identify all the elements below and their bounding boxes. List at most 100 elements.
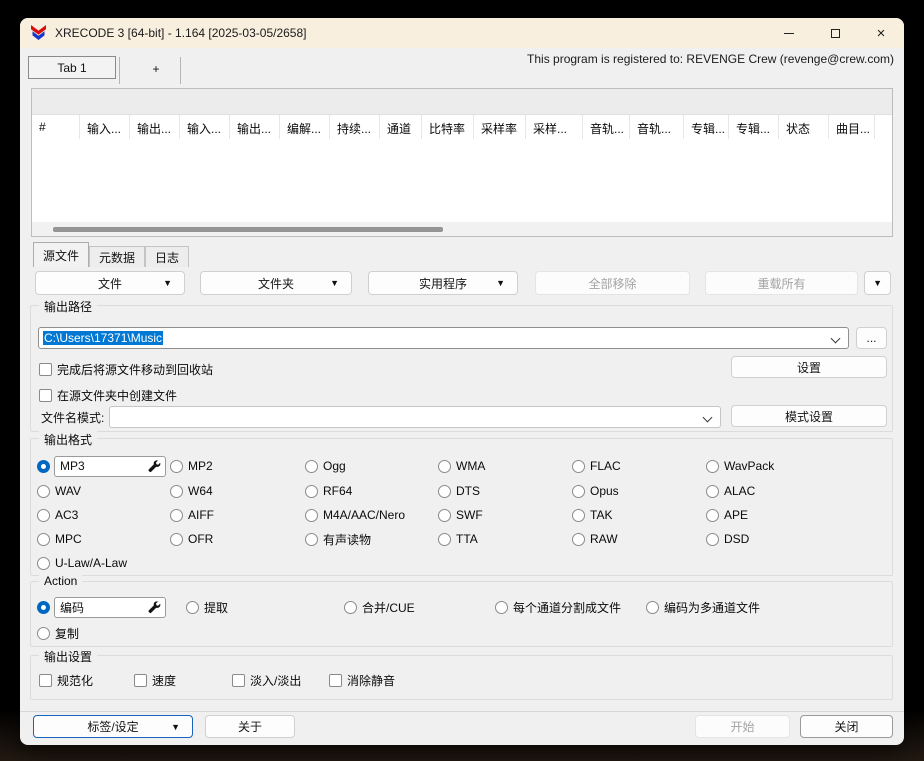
format-label: ALAC [724, 484, 755, 498]
format-option-ofr[interactable]: OFR [170, 528, 213, 550]
action-option-merge-cue[interactable]: 合并/CUE [344, 596, 415, 618]
column-header[interactable]: 音轨... [630, 115, 684, 139]
start-label: 开始 [730, 718, 754, 735]
format-option-swf[interactable]: SWF [438, 504, 483, 526]
format-option-ogg[interactable]: Ogg [305, 455, 346, 477]
horizontal-scrollbar[interactable] [32, 222, 892, 236]
silence-checkbox[interactable]: 消除静音 [329, 669, 395, 691]
tab-separator [180, 57, 181, 84]
format-option-mp2[interactable]: MP2 [170, 455, 213, 477]
move-to-recycle-checkbox[interactable]: 完成后将源文件移动到回收站 [39, 358, 213, 380]
close-window-button[interactable]: 关闭 [800, 715, 893, 738]
format-option-raw[interactable]: RAW [572, 528, 618, 550]
combo-chevron-icon[interactable] [831, 334, 841, 344]
checkbox-icon [39, 389, 52, 402]
file-menu-label: 文件 [98, 275, 122, 292]
column-header[interactable]: 采样率 [474, 115, 526, 139]
format-option-ac3[interactable]: AC3 [37, 504, 78, 526]
format-option-tak[interactable]: TAK [572, 504, 612, 526]
format-option-ulaw-alaw[interactable]: U-Law/A-Law [37, 552, 127, 574]
create-in-source-checkbox[interactable]: 在源文件夹中创建文件 [39, 384, 177, 406]
format-mp3-config-box[interactable]: MP3 [54, 456, 166, 477]
radio-icon [572, 533, 585, 546]
format-label: OFR [188, 532, 213, 546]
format-option-wavpack[interactable]: WavPack [706, 455, 774, 477]
about-button[interactable]: 关于 [205, 715, 295, 738]
format-option-alac[interactable]: ALAC [706, 480, 755, 502]
column-header[interactable]: 输出... [230, 115, 280, 139]
column-header[interactable]: 输入... [80, 115, 130, 139]
fade-checkbox[interactable]: 淡入/淡出 [232, 669, 301, 691]
format-option-opus[interactable]: Opus [572, 480, 619, 502]
tab-log-label: 日志 [155, 249, 179, 266]
pattern-settings-button[interactable]: 模式设置 [731, 405, 887, 427]
utilities-menu-button[interactable]: 实用程序 ▼ [368, 271, 518, 295]
format-option-tta[interactable]: TTA [438, 528, 478, 550]
column-header[interactable]: 输出... [130, 115, 180, 139]
tab-source-files[interactable]: 源文件 [33, 242, 89, 267]
table-body[interactable] [32, 139, 892, 222]
column-header[interactable]: 持续... [330, 115, 380, 139]
output-path-input[interactable]: C:\Users\17371\Music [38, 327, 849, 349]
format-option-dsd[interactable]: DSD [706, 528, 749, 550]
format-option-rf64[interactable]: RF64 [305, 480, 352, 502]
reload-all-button[interactable]: 重载所有 [705, 271, 858, 295]
combo-chevron-icon[interactable] [703, 413, 713, 423]
column-header[interactable]: # [32, 115, 80, 139]
file-menu-button[interactable]: 文件 ▼ [35, 271, 185, 295]
format-option-wav[interactable]: WAV [37, 480, 81, 502]
column-header[interactable]: 音轨... [583, 115, 630, 139]
browse-button[interactable]: ... [856, 327, 887, 349]
tags-settings-button[interactable]: 标签/设定 ▼ [33, 715, 193, 738]
column-header[interactable]: 专辑... [729, 115, 779, 139]
format-option-audiobook[interactable]: 有声读物 [305, 528, 371, 550]
close-button[interactable]: × [858, 18, 904, 48]
format-option-w64[interactable]: W64 [170, 480, 213, 502]
maximize-button[interactable] [812, 18, 858, 48]
column-header[interactable]: 曲目... [829, 115, 875, 139]
column-header[interactable]: 通道 [380, 115, 422, 139]
app-icon [30, 25, 47, 41]
tags-settings-label: 标签/设定 [87, 718, 138, 735]
format-option-wma[interactable]: WMA [438, 455, 485, 477]
radio-icon [495, 601, 508, 614]
scrollbar-thumb[interactable] [53, 227, 443, 232]
column-header[interactable]: 采样... [526, 115, 583, 139]
file-table: # 输入... 输出... 输入... 输出... 编解... 持续... 通道… [31, 88, 893, 237]
format-option-ape[interactable]: APE [706, 504, 748, 526]
action-option-copy[interactable]: 复制 [37, 622, 79, 644]
format-option-flac[interactable]: FLAC [572, 455, 621, 477]
normalize-checkbox[interactable]: 规范化 [39, 669, 93, 691]
action-option-extract[interactable]: 提取 [186, 596, 228, 618]
tab-log[interactable]: 日志 [145, 246, 189, 267]
format-option-m4a-aac-nero[interactable]: M4A/AAC/Nero [305, 504, 405, 526]
start-button[interactable]: 开始 [695, 715, 790, 738]
column-header[interactable]: 状态 [779, 115, 829, 139]
format-option-dts[interactable]: DTS [438, 480, 480, 502]
column-header[interactable]: 输入... [180, 115, 230, 139]
folder-menu-button[interactable]: 文件夹 ▼ [200, 271, 352, 295]
add-tab-button[interactable]: + [132, 57, 180, 80]
speed-checkbox[interactable]: 速度 [134, 669, 176, 691]
action-option-encode[interactable]: 编码 [37, 596, 166, 618]
format-option-aiff[interactable]: AIFF [170, 504, 214, 526]
titlebar: XRECODE 3 [64-bit] - 1.164 [2025-03-05/2… [20, 18, 904, 48]
remove-all-button[interactable]: 全部移除 [535, 271, 690, 295]
action-option-encode-multichannel[interactable]: 编码为多通道文件 [646, 596, 760, 618]
settings-button[interactable]: 设置 [731, 356, 887, 378]
about-label: 关于 [238, 718, 262, 735]
tab-metadata[interactable]: 元数据 [89, 246, 145, 267]
format-option-mp3[interactable]: MP3 [37, 455, 166, 477]
column-header[interactable]: 专辑... [684, 115, 729, 139]
format-option-mpc[interactable]: MPC [37, 528, 82, 550]
column-header[interactable]: 编解... [280, 115, 330, 139]
action-label: 编码为多通道文件 [664, 599, 760, 616]
tab-1[interactable]: Tab 1 [28, 56, 116, 79]
action-encode-config-box[interactable]: 编码 [54, 597, 166, 618]
minimize-button[interactable] [766, 18, 812, 48]
filename-pattern-input[interactable] [109, 406, 721, 428]
action-option-split-per-channel[interactable]: 每个通道分割成文件 [495, 596, 621, 618]
toolbar-more-dropdown-button[interactable]: ▼ [864, 271, 891, 295]
minimize-icon [784, 33, 794, 34]
column-header[interactable]: 比特率 [422, 115, 474, 139]
